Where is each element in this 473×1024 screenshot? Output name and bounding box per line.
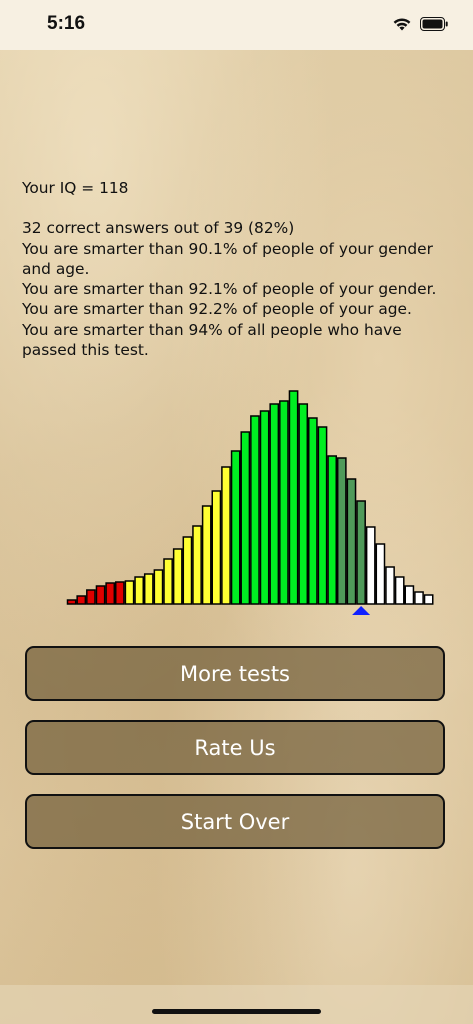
- histogram-bar: [95, 585, 106, 605]
- histogram-bar: [230, 450, 241, 605]
- histogram-bar: [327, 455, 337, 605]
- histogram-bar: [153, 569, 164, 605]
- histogram-bar: [143, 573, 154, 605]
- histogram-bar: [192, 525, 202, 605]
- histogram-bar: [172, 548, 183, 605]
- percentile-gender-age: You are smarter than 90.1% of people of …: [22, 239, 433, 278]
- histogram-bar: [365, 526, 376, 605]
- histogram-bar: [269, 403, 280, 605]
- percentile-age: You are smarter than 92.2% of people of …: [22, 300, 412, 319]
- correct-answers: 32 correct answers out of 39 (82%): [22, 219, 295, 238]
- histogram-bar: [308, 417, 318, 605]
- histogram-bar: [250, 415, 260, 605]
- histogram-bar: [211, 490, 222, 605]
- start-over-button[interactable]: Start Over: [25, 794, 445, 849]
- histogram-bar: [404, 585, 415, 605]
- wifi-icon: [393, 18, 411, 31]
- histogram-bar: [317, 426, 328, 605]
- status-time: 5:16: [47, 13, 86, 34]
- histogram-bar: [356, 500, 366, 605]
- bottom-safe-area: [0, 985, 473, 1024]
- histogram-bar: [182, 536, 193, 605]
- more-tests-button[interactable]: More tests: [25, 646, 445, 701]
- histogram-bar: [105, 582, 116, 605]
- histogram-bar: [298, 403, 309, 605]
- histogram-bar: [240, 431, 251, 605]
- histogram-bar: [66, 599, 77, 605]
- histogram-bar: [115, 581, 125, 605]
- percentile-all: You are smarter than 94% of all people w…: [22, 320, 402, 360]
- histogram-bar: [86, 589, 96, 605]
- status-bar: 5:16: [0, 0, 473, 50]
- histogram-bar: [163, 558, 173, 605]
- histogram-bar: [423, 594, 434, 605]
- home-indicator: [152, 1009, 321, 1014]
- histogram-bar: [201, 505, 212, 605]
- percentile-gender: You are smarter than 92.1% of people of …: [22, 280, 437, 299]
- iq-score: Your IQ = 118: [22, 179, 129, 197]
- histogram-bar: [221, 466, 231, 605]
- histogram-bar: [394, 576, 405, 605]
- histogram-bar: [279, 400, 289, 605]
- histogram-bar: [346, 478, 357, 605]
- histogram-bar: [76, 595, 87, 605]
- results-text: Your IQ = 118 32 correct answers out of …: [22, 178, 452, 360]
- battery-icon: [420, 17, 448, 31]
- iq-distribution-histogram: [66, 390, 434, 615]
- histogram-bar: [375, 543, 386, 605]
- score-marker-icon: [352, 606, 371, 615]
- histogram-bar: [134, 576, 145, 605]
- histogram-bar: [124, 580, 135, 605]
- histogram-bar: [259, 410, 270, 605]
- histogram-bar: [336, 457, 347, 605]
- rate-us-button[interactable]: Rate Us: [25, 720, 445, 775]
- histogram-bar: [385, 566, 395, 605]
- histogram-bar: [414, 591, 424, 605]
- histogram-bar: [288, 390, 299, 605]
